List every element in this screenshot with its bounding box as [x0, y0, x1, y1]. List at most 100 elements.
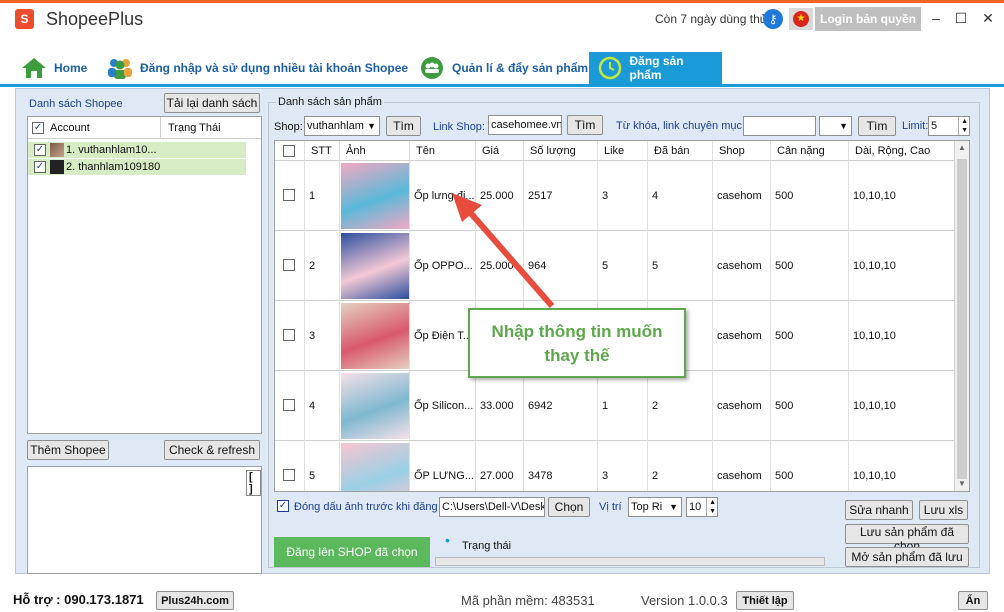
- account-checkbox[interactable]: ✓: [34, 161, 46, 173]
- login-license-button[interactable]: Login bản quyền: [815, 7, 921, 31]
- row-checkbox[interactable]: [283, 329, 295, 341]
- avatar: [50, 160, 64, 174]
- minimize-icon[interactable]: –: [926, 8, 946, 28]
- close-icon[interactable]: ✕: [978, 8, 998, 28]
- column-shop: Shop: [713, 141, 771, 161]
- table-row[interactable]: 2 Ốp OPPO... 25.000 964 5 5 casehom 500 10,10,10: [275, 231, 955, 301]
- cell-qty: 6942: [524, 371, 598, 441]
- cell-dims: 10,10,10: [849, 161, 955, 231]
- cell-price[interactable]: 33.000: [476, 371, 524, 441]
- open-saved-products-button[interactable]: Mở sản phẩm đã lưu: [845, 547, 969, 567]
- column-image: Ảnh: [340, 141, 410, 161]
- find-shop-button[interactable]: Tìm: [386, 116, 421, 136]
- table-row[interactable]: 4 Ốp Silicon... 33.000 6942 1 2 casehom 500 10,1…: [275, 371, 955, 441]
- key-icon[interactable]: ⚷: [763, 9, 783, 29]
- account-list[interactable]: ✓ Account Trạng Thái ✓ 1. vuthanhlam10..…: [27, 116, 262, 434]
- post-to-shop-button[interactable]: Đăng lên SHOP đã chọn: [274, 537, 430, 567]
- quick-edit-button[interactable]: Sửa nhanh: [845, 500, 913, 520]
- maximize-icon[interactable]: ☐: [951, 8, 971, 28]
- keyword-dropdown[interactable]: ▼: [819, 116, 852, 136]
- hide-button[interactable]: Ẩn: [958, 591, 988, 610]
- cell-qty: 2517: [524, 161, 598, 231]
- row-checkbox[interactable]: [283, 399, 295, 411]
- select-all-products-checkbox[interactable]: [283, 145, 295, 157]
- tab-home[interactable]: Home: [20, 52, 87, 84]
- cell-sold: 2: [648, 371, 713, 441]
- log-area[interactable]: [ ]: [27, 466, 262, 574]
- chevron-down-icon: ▼: [839, 121, 848, 131]
- link-shop-input[interactable]: casehomee.vn: [488, 115, 562, 135]
- avatar: [50, 143, 64, 157]
- row-checkbox[interactable]: [283, 259, 295, 271]
- cell-name[interactable]: ỐP LƯNG...: [410, 441, 476, 491]
- cell-like: 5: [598, 231, 648, 301]
- find-keyword-button[interactable]: Tìm: [858, 116, 896, 136]
- status-bar: Hỗ trợ : 090.173.1871 Plus24h.com Mã phầ…: [0, 588, 1004, 612]
- limit-stepper[interactable]: 5 ▲ ▼: [928, 116, 970, 136]
- app-title: ShopeePlus: [46, 9, 144, 29]
- watermark-checkbox[interactable]: ✓: [277, 500, 289, 512]
- settings-button[interactable]: Thiết lập: [736, 591, 794, 610]
- tab-post-products[interactable]: Đăng sản phẩm: [589, 52, 722, 84]
- cell-like: 3: [598, 441, 648, 491]
- find-link-button[interactable]: Tìm: [567, 115, 603, 135]
- product-list-title: Danh sách sản phẩm: [276, 96, 384, 108]
- reload-list-button[interactable]: Tải lại danh sách: [164, 93, 260, 113]
- cell-stt: 3: [305, 301, 340, 371]
- watermark-path-input[interactable]: C:\Users\Dell-V\Desk: [439, 497, 545, 517]
- website-link-button[interactable]: Plus24h.com: [156, 591, 234, 610]
- table-row[interactable]: 1 Ốp lưng đi... 25.000 2517 3 4 casehom 500 10,1…: [275, 161, 955, 231]
- save-selected-products-button[interactable]: Lưu sản phẩm đã chọn: [845, 524, 969, 553]
- row-checkbox[interactable]: [283, 469, 295, 481]
- row-checkbox[interactable]: [283, 189, 295, 201]
- shopee-bag-icon: S: [15, 9, 34, 29]
- table-header-select[interactable]: [275, 141, 305, 161]
- cell-like: 3: [598, 161, 648, 231]
- tab-manage-products[interactable]: Quản lí & đẩy sản phẩm: [418, 52, 588, 84]
- cell-stt: 5: [305, 441, 340, 491]
- cell-price[interactable]: 27.000: [476, 441, 524, 491]
- table-row[interactable]: 5 ỐP LƯNG... 27.000 3478 3 2 casehom 500 10,10,1…: [275, 441, 955, 491]
- cell-dims: 10,10,10: [849, 441, 955, 491]
- position-select[interactable]: Top Ri ▼: [628, 497, 682, 517]
- cell-stt: 4: [305, 371, 340, 441]
- column-dimensions: Dài, Rộng, Cao: [849, 141, 955, 161]
- cell-name[interactable]: Ốp OPPO...: [410, 231, 476, 301]
- cell-weight: 500: [771, 441, 849, 491]
- size-stepper[interactable]: 10 ▲ ▼: [686, 497, 718, 517]
- save-xls-button[interactable]: Lưu xls: [919, 500, 968, 520]
- account-name: 2. thanhlam109180: [66, 161, 161, 173]
- product-image: [341, 373, 409, 439]
- cell-shop: casehom: [713, 371, 771, 441]
- add-shopee-button[interactable]: Thêm Shopee: [27, 440, 109, 460]
- account-row[interactable]: ✓ 2. thanhlam109180: [28, 159, 246, 175]
- product-image: [341, 303, 409, 369]
- cell-price[interactable]: 25.000: [476, 231, 524, 301]
- cell-dims: 10,10,10: [849, 371, 955, 441]
- vietnam-flag-icon[interactable]: ★: [789, 8, 813, 30]
- cell-name[interactable]: Ốp lưng đi...: [410, 161, 476, 231]
- table-scrollbar[interactable]: ▲ ▼: [954, 141, 969, 491]
- product-image: [341, 443, 409, 491]
- shop-select[interactable]: vuthanhlam ▼: [304, 116, 380, 136]
- link-shop-label: Link Shop:: [433, 121, 485, 133]
- log-badge[interactable]: [ ]: [246, 470, 261, 496]
- account-row[interactable]: ✓ 1. vuthanhlam10...: [28, 142, 246, 158]
- tab-login-multi[interactable]: Đăng nhập và sử dụng nhiều tài khoản Sho…: [106, 52, 408, 84]
- users-icon: [106, 56, 134, 80]
- home-icon: [20, 56, 48, 80]
- keyword-input[interactable]: [743, 116, 816, 136]
- cell-price[interactable]: 25.000: [476, 161, 524, 231]
- column-like: Like: [598, 141, 648, 161]
- cell-name[interactable]: Ốp Silicon...: [410, 371, 476, 441]
- account-checkbox[interactable]: ✓: [34, 144, 46, 156]
- product-image: [341, 163, 409, 229]
- column-price: Giá: [476, 141, 524, 161]
- annotation-callout: Nhập thông tin muốn thay thế: [468, 308, 686, 378]
- select-all-accounts-checkbox[interactable]: ✓: [32, 122, 44, 134]
- cell-dims: 10,10,10: [849, 301, 955, 371]
- cell-qty: 3478: [524, 441, 598, 491]
- check-refresh-button[interactable]: Check & refresh: [164, 440, 260, 460]
- cell-name[interactable]: Ốp Điện T...: [410, 301, 476, 371]
- choose-file-button[interactable]: Chọn: [548, 497, 590, 517]
